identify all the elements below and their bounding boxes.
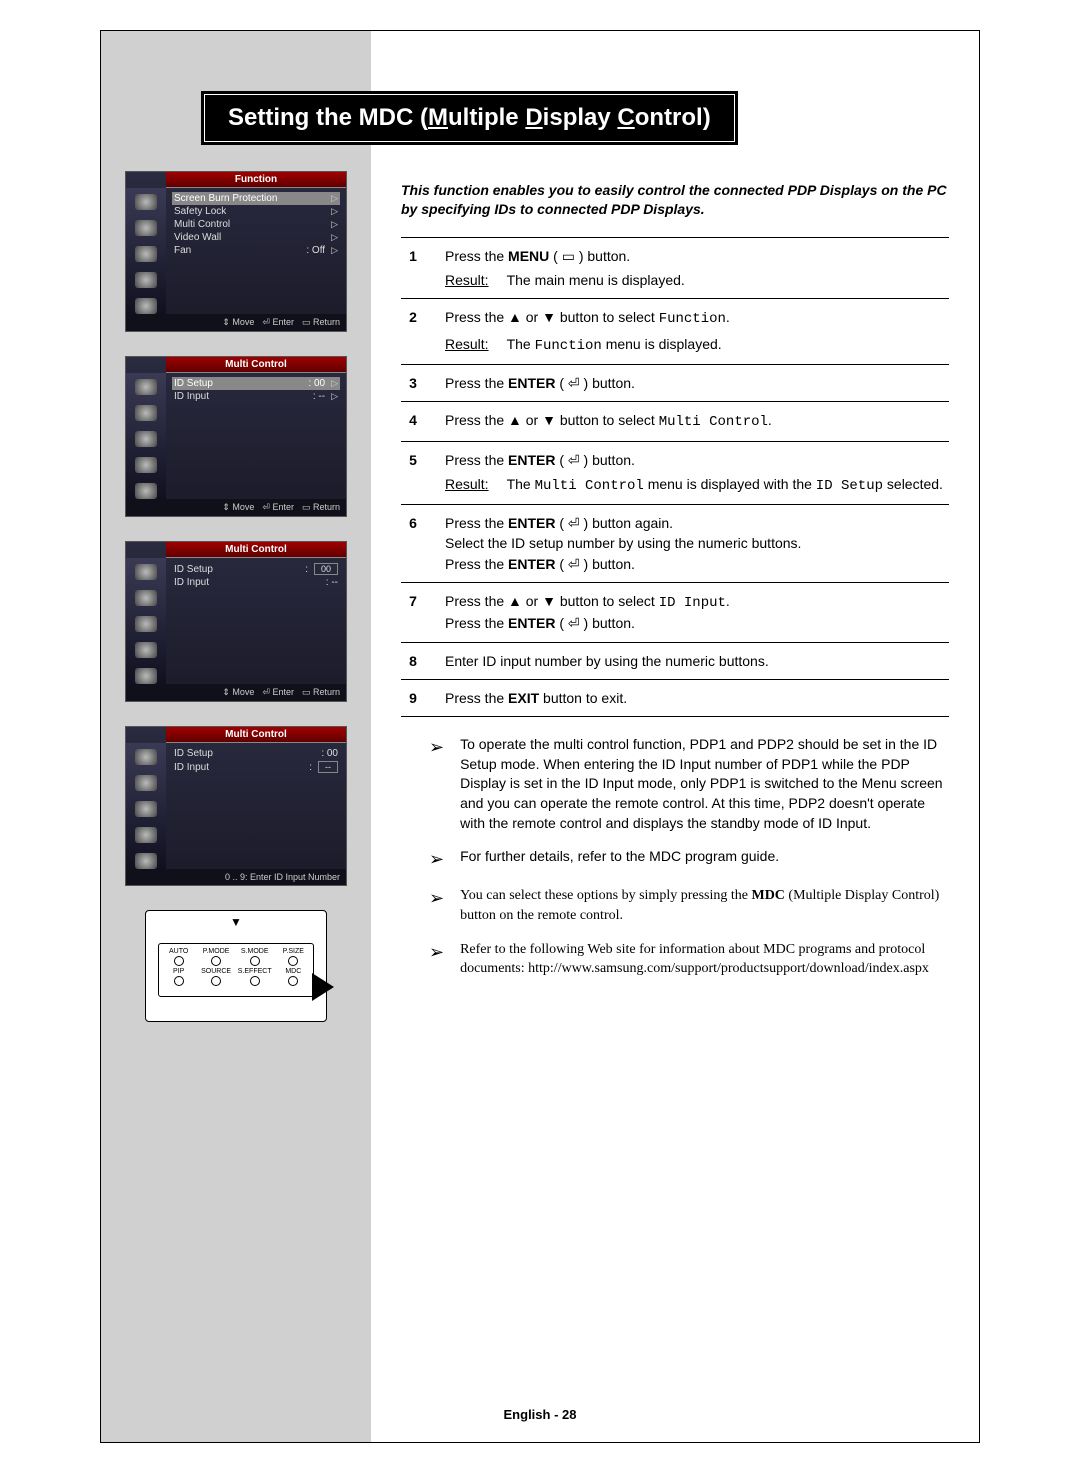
step: 9Press the EXIT button to exit. <box>401 680 949 717</box>
note: ➢You can select these options by simply … <box>401 886 949 925</box>
page: Setting the MDC (Multiple Display Contro… <box>0 0 1080 1473</box>
down-arrow-icon: ▼ <box>230 915 242 929</box>
osd-row: Video Wall ▷ <box>172 231 340 244</box>
page-frame: Setting the MDC (Multiple Display Contro… <box>100 30 980 1443</box>
osd-header: Multi Control <box>166 727 346 743</box>
remote-button: MDC <box>278 968 309 986</box>
title-d: D <box>525 104 542 131</box>
pointer-icon <box>312 973 334 1001</box>
remote-control-diagram: ▼ AUTO P.MODE S.MODE P.SIZE PIP SOURCE S.EFFEC… <box>145 910 327 1022</box>
step: 8Enter ID input number by using the nume… <box>401 643 949 680</box>
osd-function-menu: FunctionScreen Burn Protection ▷Safety L… <box>125 171 347 332</box>
remote-button: S.MODE <box>238 948 272 966</box>
remote-button: P.MODE <box>200 948 231 966</box>
osd-multi-control-2: Multi ControlID Setup: 00ID Input: --⇕ M… <box>125 541 347 702</box>
step: 4Press the ▲ or ▼ button to select Multi… <box>401 402 949 441</box>
remote-button: SOURCE <box>200 968 231 986</box>
note-marker-icon: ➢ <box>429 940 444 979</box>
osd-footer: ⇕ Move⏎ Enter▭ Return <box>126 684 346 701</box>
note: ➢For further details, refer to the MDC p… <box>401 847 949 872</box>
osd-row: Screen Burn Protection ▷ <box>172 192 340 205</box>
title-m: M <box>428 104 448 131</box>
right-column: This function enables you to easily cont… <box>401 181 949 1382</box>
remote-button: S.EFFECT <box>238 968 272 986</box>
osd-row: ID Input: -- <box>172 576 340 589</box>
osd-row: ID Input: -- ▷ <box>172 390 340 403</box>
step: 3Press the ENTER ( ⏎ ) button. <box>401 365 949 402</box>
osd-row: Safety Lock ▷ <box>172 205 340 218</box>
remote-button: AUTO <box>163 948 194 966</box>
osd-multi-control-1: Multi ControlID Setup: 00 ▷ID Input: -- … <box>125 356 347 517</box>
osd-list: ID Setup: 00 ▷ID Input: -- ▷ <box>166 373 346 499</box>
osd-footer: ⇕ Move⏎ Enter▭ Return <box>126 314 346 331</box>
osd-footer: ⇕ Move⏎ Enter▭ Return <box>126 499 346 516</box>
step: 7Press the ▲ or ▼ button to select ID In… <box>401 583 949 643</box>
osd-list: Screen Burn Protection ▷Safety Lock ▷Mul… <box>166 188 346 314</box>
osd-multi-control-3: Multi ControlID Setup: 00ID Input: --0 .… <box>125 726 347 886</box>
osd-icon-strip <box>126 373 166 499</box>
note: ➢To operate the multi control function, … <box>401 735 949 833</box>
osd-row: ID Input: -- <box>172 760 340 774</box>
osd-icon-strip <box>126 188 166 314</box>
osd-icon-strip <box>126 558 166 684</box>
note-marker-icon: ➢ <box>429 886 444 925</box>
title-post: ontrol) <box>635 104 711 131</box>
note: ➢Refer to the following Web site for inf… <box>401 940 949 979</box>
step: 2Press the ▲ or ▼ button to select Funct… <box>401 299 949 365</box>
osd-row: Multi Control ▷ <box>172 218 340 231</box>
intro-text: This function enables you to easily cont… <box>401 181 949 219</box>
step: 6Press the ENTER ( ⏎ ) button again.Sele… <box>401 505 949 583</box>
title-c: C <box>617 104 634 131</box>
steps-list: 1Press the MENU ( ▭ ) button.Result:The … <box>401 237 949 717</box>
page-title: Setting the MDC (Multiple Display Contro… <box>201 91 738 145</box>
left-column: FunctionScreen Burn Protection ▷Safety L… <box>101 171 371 1022</box>
osd-footer: 0 .. 9: Enter ID Input Number <box>126 869 346 885</box>
osd-icon-strip <box>126 743 166 869</box>
remote-button: PIP <box>163 968 194 986</box>
osd-header: Multi Control <box>166 357 346 373</box>
title-pre: Setting the MDC ( <box>228 104 428 131</box>
osd-row: Fan: Off ▷ <box>172 244 340 257</box>
step: 5Press the ENTER ( ⏎ ) button.Result:The… <box>401 442 949 506</box>
osd-header: Function <box>166 172 346 188</box>
page-footer: English - 28 <box>101 1407 979 1422</box>
step: 1Press the MENU ( ▭ ) button.Result:The … <box>401 238 949 300</box>
title-mid1: ultiple <box>448 104 525 131</box>
osd-row: ID Setup: 00 <box>172 562 340 576</box>
remote-button-grid: AUTO P.MODE S.MODE P.SIZE PIP SOURCE S.EFFECT M… <box>163 948 309 986</box>
osd-row: ID Setup: 00 <box>172 747 340 760</box>
notes-list: ➢To operate the multi control function, … <box>401 735 949 979</box>
osd-header: Multi Control <box>166 542 346 558</box>
title-mid2: isplay <box>543 104 618 131</box>
remote-inner: AUTO P.MODE S.MODE P.SIZE PIP SOURCE S.EFFECT M… <box>158 943 314 997</box>
note-marker-icon: ➢ <box>429 735 444 833</box>
remote-button: P.SIZE <box>278 948 309 966</box>
osd-list: ID Setup: 00ID Input: -- <box>166 558 346 684</box>
osd-list: ID Setup: 00ID Input: -- <box>166 743 346 869</box>
note-marker-icon: ➢ <box>429 847 444 872</box>
osd-row: ID Setup: 00 ▷ <box>172 377 340 390</box>
